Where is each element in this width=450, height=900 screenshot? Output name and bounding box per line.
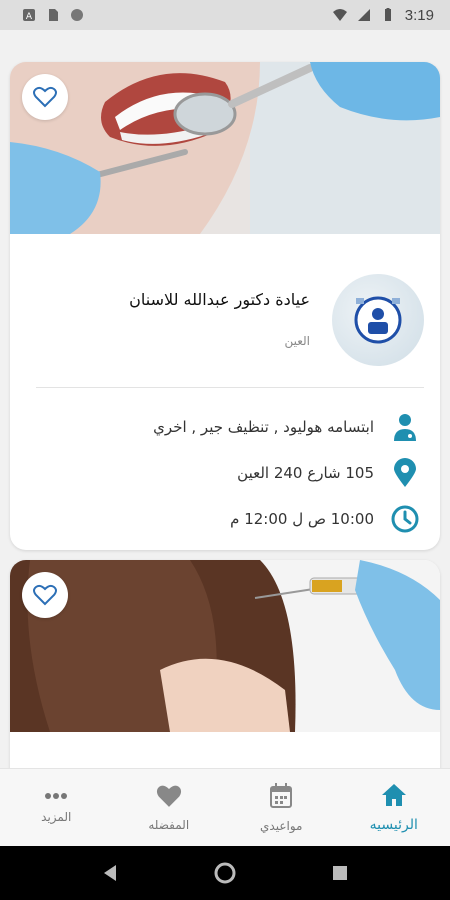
heart-outline-icon xyxy=(33,584,57,606)
recents-icon[interactable] xyxy=(332,865,348,881)
circle-status-icon xyxy=(71,9,83,21)
nav-more[interactable]: المزيد xyxy=(0,769,113,846)
address-row: 105 شارع 240 العين xyxy=(237,456,422,490)
svg-text:A: A xyxy=(26,12,33,22)
clinic-list[interactable]: عيادة دكتور عبدالله للاسنان العين ابتسام… xyxy=(0,30,450,768)
app-a-icon: A xyxy=(23,9,35,22)
clinic-card[interactable]: عيادة دكتور عبدالله للاسنان العين ابتسام… xyxy=(10,62,440,550)
signal-icon xyxy=(357,9,370,21)
status-right: 3:19 xyxy=(332,6,434,24)
nav-home[interactable]: الرئيسيه xyxy=(338,769,450,846)
heart-icon xyxy=(156,785,181,807)
status-left: A xyxy=(22,8,84,22)
nav-home-label: الرئيسيه xyxy=(369,816,418,833)
divider xyxy=(36,387,424,388)
bottom-nav: المزيد المفضله مواعيدي الرئيسيه xyxy=(0,768,450,846)
status-time: 3:19 xyxy=(404,6,434,24)
hours-row: 10:00 ص ل 12:00 م xyxy=(230,502,422,536)
system-nav-bar xyxy=(0,846,450,900)
services-text: ابتسامه هوليود , تنظيف جير , اخري xyxy=(153,418,374,436)
home-icon xyxy=(381,783,406,806)
battery-icon xyxy=(384,8,391,21)
nav-more-label: المزيد xyxy=(41,809,72,824)
nav-appointments-label: مواعيدي xyxy=(260,818,303,833)
hair-treatment-photo xyxy=(10,560,440,732)
location-pin-icon xyxy=(388,456,422,490)
hours-text: 10:00 ص ل 12:00 م xyxy=(230,510,374,528)
nav-appointments[interactable]: مواعيدي xyxy=(225,769,338,846)
clinic-logo-icon xyxy=(354,296,402,344)
heart-outline-icon xyxy=(33,86,57,108)
clinic-city: العين xyxy=(284,334,310,348)
clinic-card-image xyxy=(10,62,440,234)
status-bar: A 3:19 xyxy=(0,0,450,30)
clinic-card[interactable] xyxy=(10,560,440,768)
nav-favorites[interactable]: المفضله xyxy=(113,769,226,846)
clinic-card-image xyxy=(10,560,440,732)
address-text: 105 شارع 240 العين xyxy=(237,464,374,482)
nav-favorites-label: المفضله xyxy=(148,817,190,832)
clock-icon xyxy=(388,502,422,536)
clinic-name: عيادة دكتور عبدالله للاسنان xyxy=(129,290,310,309)
doctor-icon xyxy=(388,410,422,444)
calendar-icon xyxy=(270,782,293,808)
home-circle-icon[interactable] xyxy=(214,862,236,884)
favorite-button[interactable] xyxy=(22,572,68,618)
dental-photo xyxy=(10,62,440,234)
more-dots-icon xyxy=(45,792,68,799)
services-row: ابتسامه هوليود , تنظيف جير , اخري xyxy=(153,410,422,444)
wifi-icon xyxy=(332,9,347,21)
favorite-button[interactable] xyxy=(22,74,68,120)
back-icon[interactable] xyxy=(102,864,118,882)
clinic-logo xyxy=(332,274,424,366)
sd-card-icon xyxy=(49,9,58,21)
